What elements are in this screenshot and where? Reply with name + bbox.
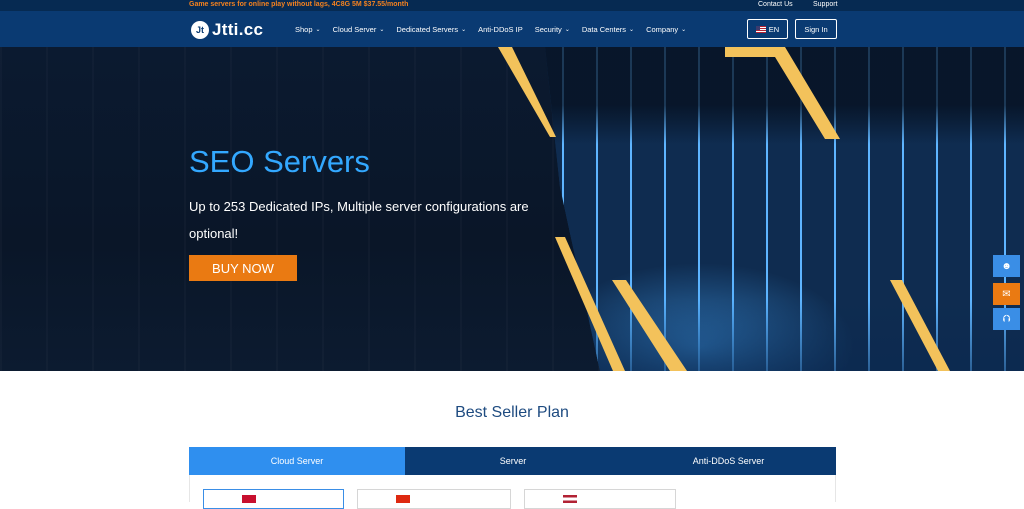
nav-item-label: Security — [534, 25, 562, 34]
nav-item-cloud-server[interactable]: Cloud Server ⌄ — [333, 25, 385, 34]
nav-item-label: Data Centers — [581, 25, 627, 34]
chevron-down-icon: ⌄ — [629, 27, 635, 33]
nav-item-label: Cloud Server — [332, 25, 377, 34]
nav-item-anti-ddos-ip[interactable]: Anti-DDoS IP — [478, 25, 523, 34]
chevron-down-icon: ⌄ — [564, 27, 570, 33]
language-selector[interactable]: EN — [747, 19, 788, 39]
top-announcement-bar: Game servers for online play without lag… — [0, 0, 1024, 11]
chevron-down-icon: ⌄ — [461, 27, 467, 33]
sign-in-button[interactable]: Sign In — [795, 19, 837, 39]
logo[interactable]: Jt Jtti.cc — [191, 20, 263, 40]
tab-cloud-server[interactable]: Cloud Server — [189, 447, 405, 475]
logo-mark: Jt — [191, 21, 209, 39]
nav-item-shop[interactable]: Shop ⌄ — [295, 25, 321, 34]
back-to-top-icon[interactable]: ⮉ — [993, 308, 1020, 330]
tab-server[interactable]: Server — [405, 447, 621, 475]
nav-item-security[interactable]: Security ⌄ — [535, 25, 570, 34]
nav-item-label: Company — [646, 25, 679, 34]
section-title: Best Seller Plan — [455, 404, 569, 421]
buy-now-button[interactable]: BUY NOW — [189, 255, 297, 281]
chat-icon[interactable]: ✉ — [993, 283, 1020, 305]
chevron-down-icon: ⌄ — [379, 27, 385, 33]
region-card[interactable] — [203, 489, 344, 509]
plan-tabs: Cloud Server Server Anti-DDoS Server — [189, 447, 836, 475]
contact-us-link[interactable]: Contact Us — [758, 1, 793, 8]
promo-text[interactable]: Game servers for online play without lag… — [189, 1, 408, 8]
tab-anti-ddos-server[interactable]: Anti-DDoS Server — [621, 447, 836, 475]
nav-item-label: Dedicated Servers — [396, 25, 459, 34]
nav-menu: Shop ⌄ Cloud Server ⌄ Dedicated Servers ⌄ A… — [295, 25, 698, 34]
chevron-down-icon: ⌄ — [681, 27, 687, 33]
support-link[interactable]: Support — [813, 1, 838, 8]
us-flag-icon — [755, 25, 766, 33]
support-agent-icon[interactable]: ☻ — [993, 255, 1020, 277]
nav-item-data-centers[interactable]: Data Centers ⌄ — [582, 25, 634, 34]
nav-item-dedicated-servers[interactable]: Dedicated Servers ⌄ — [396, 25, 466, 34]
hero-subtitle: Up to 253 Dedicated IPs, Multiple server… — [189, 199, 529, 241]
region-card[interactable] — [524, 489, 676, 509]
hero-banner: SEO Servers Up to 253 Dedicated IPs, Mul… — [0, 47, 1024, 371]
plan-panel — [189, 475, 836, 509]
chevron-down-icon: ⌄ — [315, 27, 321, 33]
main-navigation: Jt Jtti.cc Shop ⌄ Cloud Server ⌄ Dedicated… — [0, 11, 1024, 47]
hero-title: SEO Servers — [189, 144, 370, 179]
logo-text: Jtti.cc — [212, 20, 264, 39]
nav-item-label: Shop — [295, 25, 313, 34]
region-card[interactable] — [357, 489, 511, 509]
language-label: EN — [768, 24, 780, 34]
nav-item-company[interactable]: Company ⌄ — [646, 25, 686, 34]
nav-item-label: Anti-DDoS IP — [478, 25, 523, 34]
